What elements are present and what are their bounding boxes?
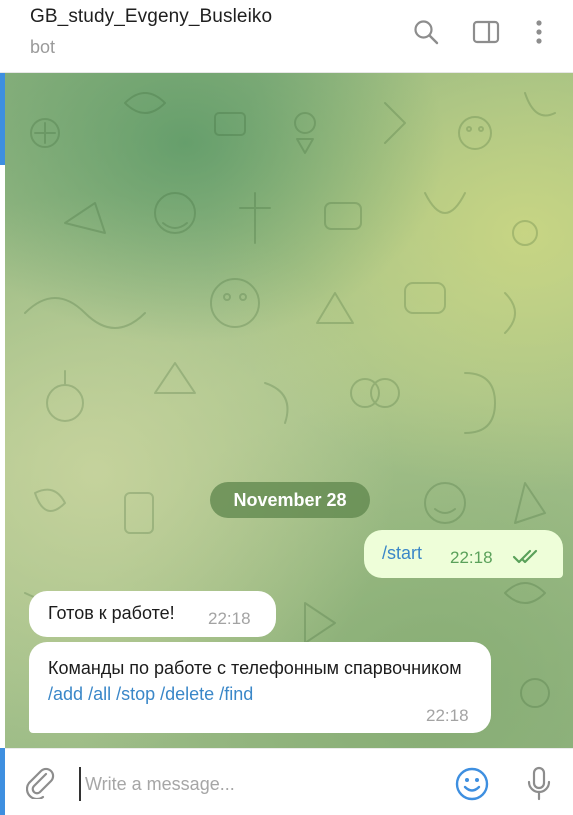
microphone-icon xyxy=(527,766,551,801)
telegram-window: GB_study_Evgeny_Busleiko bot November 28… xyxy=(0,0,573,815)
double-check-icon xyxy=(512,549,538,564)
message-input[interactable] xyxy=(79,767,377,801)
message-text-prefix: Команды по работе с телефонным спарвочни… xyxy=(48,658,462,678)
date-separator: November 28 xyxy=(210,482,370,518)
voice-message-button[interactable] xyxy=(522,765,556,803)
search-icon xyxy=(414,20,439,45)
command-link-all[interactable]: /all xyxy=(88,684,111,704)
incoming-message[interactable]: Готов к работе! 22:18 xyxy=(29,591,276,637)
sidebar-toggle-icon xyxy=(472,20,500,44)
command-link-add[interactable]: /add xyxy=(48,684,83,704)
command-link-find[interactable]: /find xyxy=(219,684,253,704)
message-text: Готов к работе! xyxy=(48,603,175,623)
more-options-button[interactable] xyxy=(521,14,557,50)
chat-header: GB_study_Evgeny_Busleiko bot xyxy=(0,0,573,73)
message-composer xyxy=(5,748,573,815)
attach-button[interactable] xyxy=(23,765,59,801)
message-area[interactable]: November 28 /start 22:18 Готов к работе!… xyxy=(5,73,573,748)
message-time: 22:18 xyxy=(450,548,493,567)
sidebar-toggle-button[interactable] xyxy=(468,14,504,50)
message-text: Команды по работе с телефонным спарвочни… xyxy=(48,655,478,707)
chat-subtitle: bot xyxy=(30,37,56,57)
paperclip-icon xyxy=(26,767,55,799)
emoji-button[interactable] xyxy=(453,765,491,803)
command-link-delete[interactable]: /delete xyxy=(160,684,214,704)
incoming-message[interactable]: Команды по работе с телефонным спарвочни… xyxy=(29,642,491,733)
search-button[interactable] xyxy=(408,14,444,50)
outgoing-message[interactable]: /start 22:18 xyxy=(364,530,563,578)
more-vertical-icon xyxy=(536,20,542,44)
command-link-stop[interactable]: /stop xyxy=(116,684,155,704)
message-time: 22:18 xyxy=(426,706,469,725)
message-time: 22:18 xyxy=(208,609,251,628)
emoji-icon xyxy=(455,767,489,801)
chat-title[interactable]: GB_study_Evgeny_Busleiko xyxy=(30,6,272,28)
message-text[interactable]: /start xyxy=(382,543,422,564)
